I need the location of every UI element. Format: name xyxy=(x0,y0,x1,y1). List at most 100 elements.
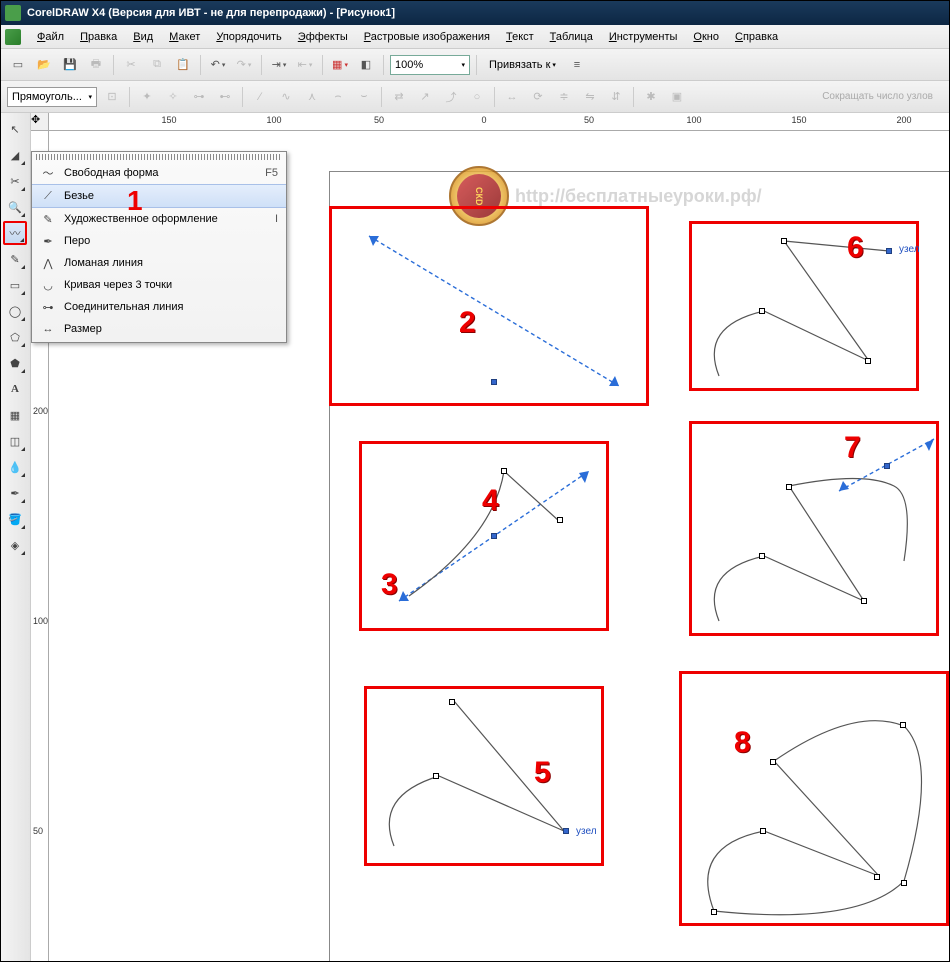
s7n2 xyxy=(759,553,765,559)
reflect-h-button[interactable]: ⇋ xyxy=(579,86,601,108)
crop-tool[interactable]: ✂ xyxy=(3,169,27,193)
reflect-v-button[interactable]: ⇵ xyxy=(605,86,627,108)
fill-tool[interactable]: 🪣 xyxy=(3,507,27,531)
copy-button[interactable]: ⧉ xyxy=(146,54,168,76)
node-label-5: узел xyxy=(576,826,597,837)
extend-button[interactable]: ↗ xyxy=(414,86,436,108)
add-node-button[interactable]: ✦ xyxy=(136,86,158,108)
extract-button[interactable]: ⤴ xyxy=(440,86,462,108)
elastic-button[interactable]: ✱ xyxy=(640,86,662,108)
s6n4 xyxy=(886,248,892,254)
import-button[interactable]: ⇥▾ xyxy=(268,54,290,76)
flyout-grip[interactable] xyxy=(36,154,282,160)
flyout-3pt[interactable]: ◡Кривая через 3 точки xyxy=(32,274,286,296)
export-button[interactable]: ⇤▾ xyxy=(294,54,316,76)
reverse-button[interactable]: ⇄ xyxy=(388,86,410,108)
node-label-6: узел xyxy=(899,244,920,255)
step-6-drawing xyxy=(689,221,919,391)
outline-tool[interactable]: ✒ xyxy=(3,481,27,505)
annotation-number-2: 2 xyxy=(459,306,476,340)
ruler-origin[interactable]: ✥ xyxy=(31,113,49,131)
flyout-dimension[interactable]: ↔ Размер xyxy=(32,318,286,340)
rectangle-tool[interactable]: ▭ xyxy=(3,273,27,297)
symm-node-button[interactable]: ⌣ xyxy=(353,86,375,108)
basic-shapes-tool[interactable]: ⬟ xyxy=(3,351,27,375)
flyout-bezier[interactable]: ⟋Безье xyxy=(32,184,286,208)
menu-макет[interactable]: Макет xyxy=(161,28,208,46)
table-tool[interactable]: ▦ xyxy=(3,403,27,427)
polygon-tool[interactable]: ⬠ xyxy=(3,325,27,349)
zoom-tool[interactable]: 🔍 xyxy=(3,195,27,219)
eyedropper-tool[interactable]: 💧 xyxy=(3,455,27,479)
annotation-number-8: 8 xyxy=(734,726,751,760)
menu-справка[interactable]: Справка xyxy=(727,28,786,46)
to-curve-button[interactable]: ∿ xyxy=(275,86,297,108)
app-launcher-button[interactable]: ▦▾ xyxy=(329,54,351,76)
print-button[interactable]: 🖶 xyxy=(85,54,107,76)
to-line-button[interactable]: ∕ xyxy=(249,86,271,108)
menu-app-icon[interactable] xyxy=(5,29,21,45)
cut-button[interactable]: ✂ xyxy=(120,54,142,76)
menu-правка[interactable]: Правка xyxy=(72,28,125,46)
fly-label: Соединительная линия xyxy=(64,301,278,313)
close-curve-button[interactable]: ○ xyxy=(466,86,488,108)
pick-tool[interactable]: ↖ xyxy=(3,117,27,141)
reduce-nodes-label: Сокращать число узлов xyxy=(822,91,943,102)
menu-растровые изображения[interactable]: Растровые изображения xyxy=(356,28,498,46)
shape-tool[interactable]: ◢ xyxy=(3,143,27,167)
menu-файл[interactable]: Файл xyxy=(29,28,72,46)
dimension-icon: ↔ xyxy=(40,321,56,337)
flyout-polyline[interactable]: ⋀Ломаная линия xyxy=(32,252,286,274)
smooth-node-button[interactable]: ⌢ xyxy=(327,86,349,108)
text-tool[interactable]: A xyxy=(3,377,27,401)
shape-preset-select[interactable]: Прямоуголь... ▾ xyxy=(7,87,97,107)
menu-таблица[interactable]: Таблица xyxy=(542,28,601,46)
s8n1 xyxy=(770,759,776,765)
ellipse-tool[interactable]: ◯ xyxy=(3,299,27,323)
menu-окно[interactable]: Окно xyxy=(685,28,727,46)
menu-упорядочить[interactable]: Упорядочить xyxy=(208,28,289,46)
ruler-horizontal[interactable]: 15010050050100150200 xyxy=(49,113,949,131)
flyout-pen[interactable]: ✒Перо xyxy=(32,230,286,252)
snap-to-dropdown[interactable]: Привязать к ▾ xyxy=(483,55,562,75)
menu-вид[interactable]: Вид xyxy=(125,28,161,46)
fly-label: Размер xyxy=(64,323,278,335)
flyout-connector[interactable]: ⊶Соединительная линия xyxy=(32,296,286,318)
shape-select-label: Прямоуголь... xyxy=(12,91,82,103)
open-button[interactable]: 📂 xyxy=(33,54,55,76)
menu-эффекты[interactable]: Эффекты xyxy=(290,28,356,46)
annotation-number-4: 4 xyxy=(482,484,499,518)
cusp-node-button[interactable]: ⋏ xyxy=(301,86,323,108)
propbtn-1[interactable]: ⊡ xyxy=(101,86,123,108)
titlebar: CorelDRAW X4 (Версия для ИВТ - не для пе… xyxy=(1,1,949,25)
interactive-tool[interactable]: ◫ xyxy=(3,429,27,453)
save-button[interactable]: 💾 xyxy=(59,54,81,76)
join-nodes-button[interactable]: ⊶ xyxy=(188,86,210,108)
align-button[interactable]: ≑ xyxy=(553,86,575,108)
redo-button[interactable]: ↷▾ xyxy=(233,54,255,76)
menu-текст[interactable]: Текст xyxy=(498,28,542,46)
step-5-drawing xyxy=(364,686,604,866)
new-button[interactable]: ▭ xyxy=(7,54,29,76)
curve-tool-flyout: 〜Свободная формаF5⟋Безье✎Художественное … xyxy=(31,151,287,343)
options-button[interactable]: ≡ xyxy=(566,54,588,76)
zoom-input[interactable]: 100% ▾ xyxy=(390,55,470,75)
delete-node-button[interactable]: ✧ xyxy=(162,86,184,108)
paste-button[interactable]: 📋 xyxy=(172,54,194,76)
s6n1 xyxy=(781,238,787,244)
interactive-fill-tool[interactable]: ◈ xyxy=(3,533,27,557)
curve-tool[interactable]: 〰 xyxy=(3,221,27,245)
step3-node2 xyxy=(557,517,563,523)
stretch-button[interactable]: ↔ xyxy=(501,86,523,108)
flyout-artistic[interactable]: ✎Художественное оформлениеI xyxy=(32,208,286,230)
flyout-freehand[interactable]: 〜Свободная формаF5 xyxy=(32,162,286,184)
undo-button[interactable]: ↶▾ xyxy=(207,54,229,76)
select-all-button[interactable]: ▣ xyxy=(666,86,688,108)
welcome-button[interactable]: ◧ xyxy=(355,54,377,76)
break-node-button[interactable]: ⊷ xyxy=(214,86,236,108)
annotation-number-6: 6 xyxy=(847,231,864,265)
smart-tool[interactable]: ✎ xyxy=(3,247,27,271)
s5n2 xyxy=(433,773,439,779)
rotate-button[interactable]: ⟳ xyxy=(527,86,549,108)
menu-инструменты[interactable]: Инструменты xyxy=(601,28,686,46)
